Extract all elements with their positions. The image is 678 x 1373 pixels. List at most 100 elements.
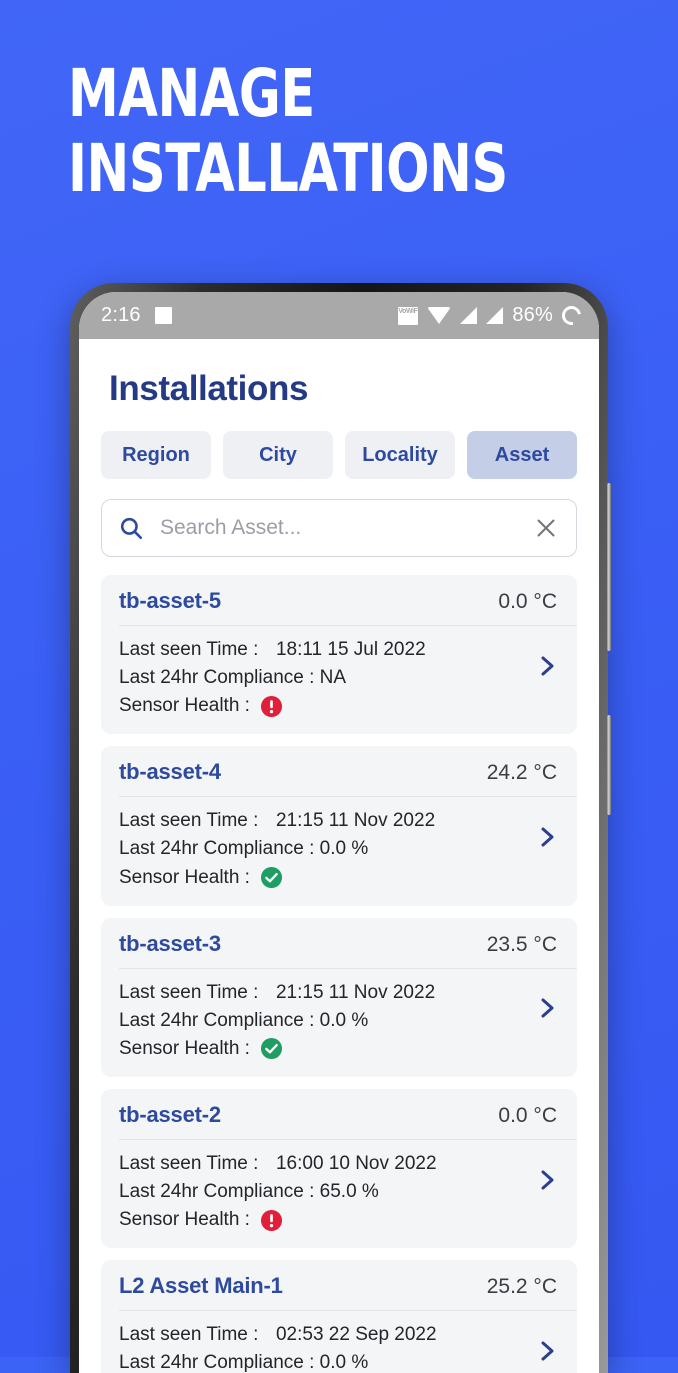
last-seen-value: 21:15 11 Nov 2022 <box>276 810 435 831</box>
asset-name: tb-asset-3 <box>119 931 221 957</box>
promo-headline: MANAGE INSTALLATIONS <box>68 62 550 201</box>
sensor-health-row: Sensor Health : <box>119 692 521 720</box>
last-seen-row: Last seen Time : 21:15 11 Nov 2022 <box>119 807 521 835</box>
close-icon[interactable] <box>534 516 558 540</box>
asset-name: tb-asset-2 <box>119 1102 221 1128</box>
alert-icon <box>260 1209 283 1232</box>
sensor-health-row: Sensor Health : <box>119 864 521 892</box>
promo-headline-line-1: MANAGE <box>68 62 550 125</box>
tab-locality[interactable]: Locality <box>345 431 455 479</box>
phone-mockup: 2:16 VoWiFi 86% Installations Region Cit… <box>70 283 608 1373</box>
sensor-health-row: Sensor Health : <box>119 1206 521 1234</box>
last-seen-label: Last seen Time : <box>119 639 258 660</box>
asset-name: L2 Asset Main-1 <box>119 1273 283 1299</box>
card-header: tb-asset-3 23.5 °C <box>119 918 577 969</box>
chevron-right-icon[interactable] <box>535 991 559 1025</box>
promo-headline-line-2: INSTALLATIONS <box>68 137 550 200</box>
last-seen-label: Last seen Time : <box>119 810 258 831</box>
page-title: Installations <box>101 339 577 409</box>
compliance-value: 0.0 % <box>320 1352 369 1373</box>
list-item[interactable]: tb-asset-2 0.0 °C Last seen Time : 16:00… <box>101 1089 577 1248</box>
list-item[interactable]: tb-asset-3 23.5 °C Last seen Time : 21:1… <box>101 918 577 1077</box>
sensor-health-label: Sensor Health : <box>119 1035 250 1063</box>
compliance-label: Last 24hr Compliance : <box>119 1010 314 1031</box>
list-item[interactable]: tb-asset-4 24.2 °C Last seen Time : 21:1… <box>101 746 577 905</box>
status-bar-right: VoWiFi 86% <box>398 304 581 327</box>
status-bar: 2:16 VoWiFi 86% <box>79 292 599 339</box>
signal-bars-icon-1 <box>460 307 477 324</box>
chevron-right-icon[interactable] <box>535 1163 559 1197</box>
battery-percent-label: 86% <box>512 304 553 327</box>
compliance-row: Last 24hr Compliance : 0.0 % <box>119 1007 521 1035</box>
list-item[interactable]: L2 Asset Main-1 25.2 °C Last seen Time :… <box>101 1260 577 1373</box>
status-bar-left: 2:16 <box>101 304 172 327</box>
card-header: tb-asset-4 24.2 °C <box>119 746 577 797</box>
card-body: Last seen Time : 16:00 10 Nov 2022 Last … <box>119 1140 577 1248</box>
sensor-health-label: Sensor Health : <box>119 864 250 892</box>
compliance-label: Last 24hr Compliance : <box>119 1181 314 1202</box>
compliance-row: Last 24hr Compliance : 0.0 % <box>119 835 521 863</box>
status-bar-clock: 2:16 <box>101 304 141 327</box>
asset-name: tb-asset-4 <box>119 759 221 785</box>
battery-circle-icon <box>558 302 584 328</box>
card-body: Last seen Time : 21:15 11 Nov 2022 Last … <box>119 797 577 905</box>
search-icon <box>118 515 144 541</box>
tab-asset[interactable]: Asset <box>467 431 577 479</box>
card-body: Last seen Time : 02:53 22 Sep 2022 Last … <box>119 1311 577 1373</box>
compliance-value: NA <box>320 667 346 688</box>
sensor-health-row: Sensor Health : <box>119 1035 521 1063</box>
chevron-right-icon[interactable] <box>535 1334 559 1368</box>
last-seen-label: Last seen Time : <box>119 1324 258 1345</box>
check-circle-icon <box>260 1037 283 1060</box>
asset-temperature: 24.2 °C <box>487 761 557 785</box>
chevron-right-icon[interactable] <box>535 649 559 683</box>
app-content: Installations Region City Locality Asset… <box>79 339 599 1373</box>
last-seen-value: 02:53 22 Sep 2022 <box>276 1324 437 1345</box>
last-seen-row: Last seen Time : 21:15 11 Nov 2022 <box>119 979 521 1007</box>
signal-bars-icon-2 <box>486 307 503 324</box>
last-seen-value: 18:11 15 Jul 2022 <box>276 639 426 660</box>
last-seen-row: Last seen Time : 18:11 15 Jul 2022 <box>119 636 521 664</box>
sensor-health-label: Sensor Health : <box>119 692 250 720</box>
search-input[interactable]: Search Asset... <box>160 516 534 540</box>
card-body: Last seen Time : 21:15 11 Nov 2022 Last … <box>119 969 577 1077</box>
power-button[interactable] <box>607 715 611 815</box>
compliance-value: 0.0 % <box>320 838 369 859</box>
compliance-label: Last 24hr Compliance : <box>119 1352 314 1373</box>
vowifi-icon: VoWiFi <box>398 307 418 325</box>
tab-region[interactable]: Region <box>101 431 211 479</box>
compliance-label: Last 24hr Compliance : <box>119 838 314 859</box>
last-seen-value: 16:00 10 Nov 2022 <box>276 1153 437 1174</box>
asset-temperature: 23.5 °C <box>487 933 557 957</box>
search-bar[interactable]: Search Asset... <box>101 499 577 557</box>
asset-name: tb-asset-5 <box>119 588 221 614</box>
card-header: tb-asset-2 0.0 °C <box>119 1089 577 1140</box>
sensor-health-label: Sensor Health : <box>119 1206 250 1234</box>
last-seen-value: 21:15 11 Nov 2022 <box>276 982 435 1003</box>
card-header: tb-asset-5 0.0 °C <box>119 575 577 626</box>
last-seen-row: Last seen Time : 16:00 10 Nov 2022 <box>119 1150 521 1178</box>
asset-temperature: 25.2 °C <box>487 1275 557 1299</box>
filter-tabs: Region City Locality Asset <box>101 431 577 479</box>
tab-city[interactable]: City <box>223 431 333 479</box>
chevron-right-icon[interactable] <box>535 820 559 854</box>
compliance-value: 0.0 % <box>320 1010 369 1031</box>
compliance-label: Last 24hr Compliance : <box>119 667 314 688</box>
card-body: Last seen Time : 18:11 15 Jul 2022 Last … <box>119 626 577 734</box>
compliance-row: Last 24hr Compliance : 0.0 % <box>119 1349 521 1373</box>
alert-icon <box>260 695 283 718</box>
asset-list: tb-asset-5 0.0 °C Last seen Time : 18:11… <box>101 575 577 1373</box>
compliance-row: Last 24hr Compliance : 65.0 % <box>119 1178 521 1206</box>
card-header: L2 Asset Main-1 25.2 °C <box>119 1260 577 1311</box>
last-seen-label: Last seen Time : <box>119 982 258 1003</box>
last-seen-row: Last seen Time : 02:53 22 Sep 2022 <box>119 1321 521 1349</box>
wifi-icon <box>427 307 451 324</box>
check-circle-icon <box>260 866 283 889</box>
list-item[interactable]: tb-asset-5 0.0 °C Last seen Time : 18:11… <box>101 575 577 734</box>
volume-button[interactable] <box>607 483 611 651</box>
compliance-row: Last 24hr Compliance : NA <box>119 664 521 692</box>
last-seen-label: Last seen Time : <box>119 1153 258 1174</box>
square-icon <box>155 307 172 324</box>
phone-screen: 2:16 VoWiFi 86% Installations Region Cit… <box>79 292 599 1373</box>
compliance-value: 65.0 % <box>320 1181 379 1202</box>
